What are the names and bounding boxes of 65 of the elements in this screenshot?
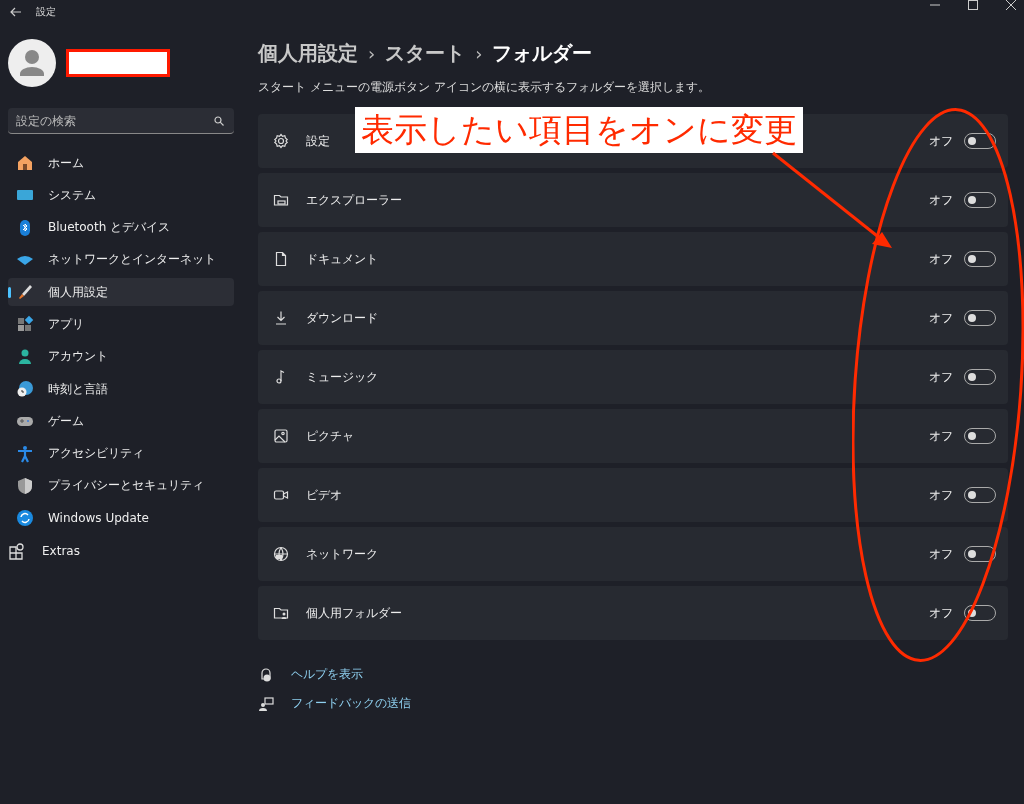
shield-icon: [16, 476, 34, 495]
window-title: 設定: [36, 5, 56, 19]
sidebar-item[interactable]: アカウント: [8, 342, 234, 371]
row-label: ダウンロード: [306, 309, 379, 327]
home-icon: [16, 154, 34, 172]
document-icon: [273, 251, 289, 267]
download-icon: [273, 310, 289, 326]
breadcrumb-item[interactable]: 個人用設定: [258, 39, 358, 67]
search-field[interactable]: 設定の検索: [8, 108, 234, 134]
sidebar-item[interactable]: ネットワークとインターネット: [8, 245, 234, 274]
sidebar-item[interactable]: 個人用設定: [8, 278, 234, 307]
row-label: ネットワーク: [306, 545, 379, 563]
feedback-person-icon: [258, 695, 274, 712]
toggle-state-text: オフ: [929, 369, 953, 385]
picture-icon: [273, 428, 289, 444]
globe-clock-icon: [16, 380, 34, 399]
globe-monitor-icon: [273, 546, 289, 562]
folder-drive-icon: [273, 192, 289, 208]
row-label: 個人用フォルダー: [306, 604, 403, 622]
maximize-icon[interactable]: [968, 0, 978, 10]
toggle-state-text: オフ: [929, 428, 953, 444]
accessibility-icon: [16, 444, 34, 463]
sidebar-item[interactable]: 時刻と言語: [8, 375, 234, 404]
close-icon[interactable]: [1006, 0, 1016, 10]
sidebar-item[interactable]: ホーム: [8, 149, 234, 177]
description-text: スタート メニューの電源ボタン アイコンの横に表示するフォルダーを選択します。: [258, 79, 711, 96]
row-label: ピクチャ: [306, 427, 355, 445]
help-link[interactable]: フィードバックの送信: [291, 695, 411, 712]
back-arrow-icon[interactable]: [10, 7, 22, 17]
search-icon: [214, 116, 224, 126]
annotation-callout: 表示したい項目をオンに変更: [355, 107, 803, 153]
grid-gear-icon: [8, 541, 26, 560]
sidebar-item[interactable]: Bluetooth とデバイス: [8, 213, 234, 242]
gear-icon: [273, 133, 289, 149]
sidebar-item[interactable]: システム: [8, 181, 234, 210]
help-link[interactable]: ヘルプを表示: [291, 666, 363, 683]
sidebar-item[interactable]: アプリ: [8, 310, 234, 339]
breadcrumb-separator: ›: [368, 42, 376, 64]
row-label: エクスプローラー: [306, 191, 403, 209]
breadcrumb-item: フォルダー: [492, 39, 593, 67]
row-label: ビデオ: [306, 486, 343, 504]
person-icon: [16, 347, 34, 366]
sidebar-item[interactable]: プライバシーとセキュリティ: [8, 471, 234, 500]
avatar-icon: [8, 39, 56, 87]
sidebar-item[interactable]: アクセシビリティ: [8, 439, 234, 468]
sync-icon: [16, 509, 34, 528]
selection-indicator: [8, 287, 11, 299]
toggle-state-text: オフ: [929, 133, 953, 149]
folder-person-icon: [273, 605, 289, 621]
app-tiles-icon: [16, 315, 34, 334]
toggle-state-text: オフ: [929, 487, 953, 503]
paintbrush-icon: [16, 283, 34, 302]
video-camera-icon: [273, 487, 289, 503]
breadcrumb-item[interactable]: スタート: [385, 39, 466, 67]
sidebar-item[interactable]: Windows Update: [8, 504, 234, 533]
toggle-state-text: オフ: [929, 310, 953, 326]
sidebar-item[interactable]: ゲーム: [8, 407, 234, 436]
sidebar-item[interactable]: Extras: [8, 536, 234, 565]
toggle-state-text: オフ: [929, 192, 953, 208]
row-label: ミュージック: [306, 368, 379, 386]
toggle-state-text: オフ: [929, 251, 953, 267]
row-label: ドキュメント: [306, 250, 379, 268]
toggle-state-text: オフ: [929, 546, 953, 562]
toggle-state-text: オフ: [929, 605, 953, 621]
breadcrumb-separator: ›: [475, 42, 483, 64]
